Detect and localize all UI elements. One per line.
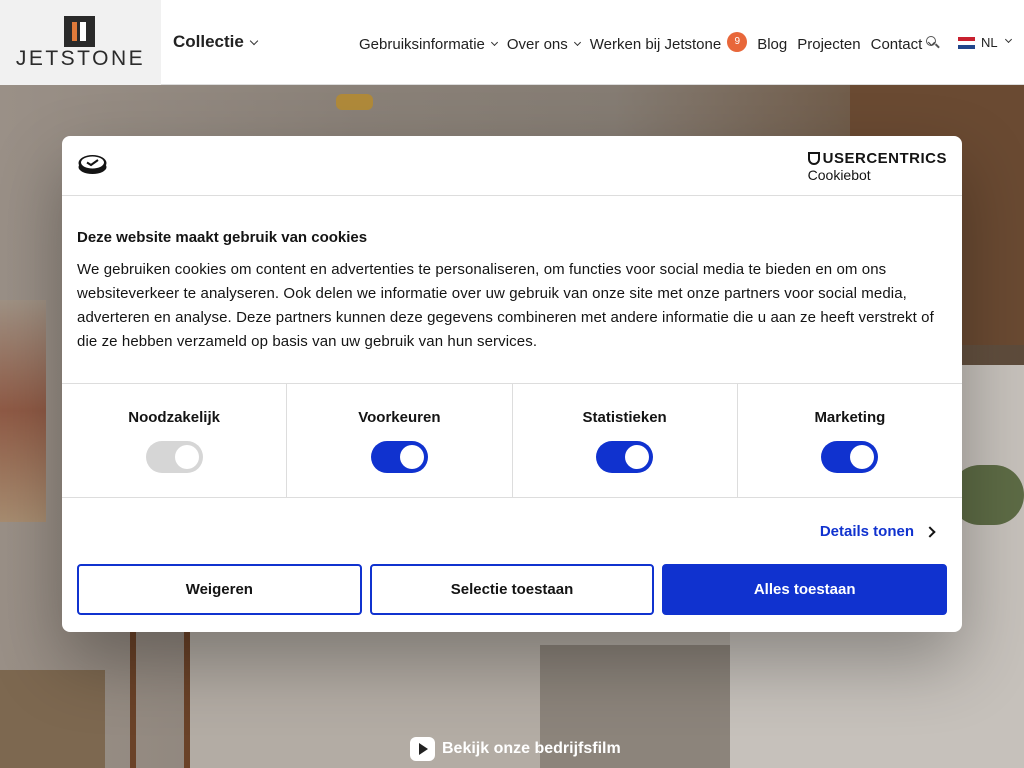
collectie-menu[interactable]: Collectie	[173, 32, 259, 52]
toggle-marketing: Marketing	[738, 384, 962, 497]
wall-artwork	[0, 300, 46, 522]
chevron-down-icon	[1004, 35, 1012, 44]
site-header: JETSTONE Collectie Gebruiksinformatie Ov…	[0, 0, 1024, 85]
logo-link[interactable]: JETSTONE	[0, 0, 161, 85]
dialog-description: We gebruiken cookies om content en adver…	[77, 261, 934, 350]
chevron-down-icon	[573, 38, 581, 46]
nav-label: Gebruiksinformatie	[359, 35, 485, 53]
company-film-label: Bekijk onze bedrijfsfilm	[442, 740, 621, 757]
statistics-switch[interactable]	[596, 441, 654, 473]
main-nav: Gebruiksinformatie Over ons Werken bij J…	[359, 32, 944, 54]
logo-text: JETSTONE	[15, 47, 146, 70]
nav-label: Blog	[757, 35, 788, 53]
collectie-label: Collectie	[173, 32, 244, 51]
toggle-label: Voorkeuren	[358, 409, 441, 426]
nav-item-over-ons[interactable]: Over ons	[506, 35, 581, 53]
marketing-switch[interactable]	[821, 441, 879, 473]
language-selector[interactable]: NL	[958, 35, 1012, 50]
nav-label: Over ons	[506, 35, 568, 53]
nav-item-blog[interactable]: Blog	[757, 36, 787, 53]
details-label: Details tonen	[819, 523, 914, 540]
chevron-down-icon	[490, 38, 498, 46]
netherlands-flag-icon	[958, 36, 975, 49]
allow-all-button[interactable]: Alles toestaan	[662, 564, 948, 615]
language-label: NL	[981, 35, 998, 50]
company-film-link[interactable]: Bekijk onze bedrijfsfilm	[410, 737, 621, 761]
toggle-noodzakelijk: Noodzakelijk	[62, 384, 288, 497]
nav-item-contact[interactable]: Contact	[870, 35, 936, 53]
dialog-header: USERCENTRICS Cookiebot	[62, 136, 962, 196]
chevron-right-icon	[924, 525, 936, 538]
cookie-consent-icon	[78, 155, 107, 174]
show-details-link[interactable]: Details tonen	[819, 523, 936, 540]
brand-name: USERCENTRICS	[822, 150, 947, 167]
dialog-body: Deze website maakt gebruik van cookies W…	[62, 196, 962, 384]
toggle-voorkeuren: Voorkeuren	[287, 384, 513, 497]
allow-selection-button[interactable]: Selectie toestaan	[369, 564, 655, 615]
brand-subname: Cookiebot	[807, 167, 871, 183]
play-icon	[410, 737, 435, 761]
dialog-title: Deze website maakt gebruik van cookies	[77, 229, 368, 246]
nav-item-projecten[interactable]: Projecten	[797, 36, 860, 53]
chevron-down-icon	[249, 36, 259, 46]
toggle-label: Noodzakelijk	[128, 409, 220, 426]
pendant-lamp	[336, 94, 373, 110]
preferences-switch[interactable]	[370, 441, 428, 473]
details-row: Details tonen	[62, 498, 962, 564]
nav-label: Contact	[870, 35, 923, 53]
cookie-consent-dialog: USERCENTRICS Cookiebot Deze website maak…	[62, 136, 962, 632]
nav-item-werken-bij[interactable]: Werken bij Jetstone 9	[589, 32, 748, 54]
search-icon[interactable]	[926, 36, 936, 46]
bar-stool	[130, 630, 190, 768]
shield-icon	[807, 152, 820, 165]
toggle-statistieken: Statistieken	[513, 384, 738, 497]
nav-label: Projecten	[797, 35, 861, 53]
nav-item-gebruiksinformatie[interactable]: Gebruiksinformatie	[359, 35, 498, 53]
usercentrics-logo[interactable]: USERCENTRICS Cookiebot	[807, 150, 947, 183]
necessary-switch	[145, 441, 203, 473]
consent-toggles: Noodzakelijk Voorkeuren Statistieken Mar…	[62, 384, 962, 498]
vacancy-count-badge: 9	[727, 32, 748, 52]
nav-label: Werken bij Jetstone	[589, 35, 722, 53]
toggle-label: Statistieken	[582, 409, 667, 426]
dialog-buttons: Weigeren Selectie toestaan Alles toestaa…	[62, 564, 962, 615]
toggle-label: Marketing	[814, 409, 886, 426]
logo-mark-icon	[64, 16, 95, 47]
reject-button[interactable]: Weigeren	[77, 564, 362, 615]
